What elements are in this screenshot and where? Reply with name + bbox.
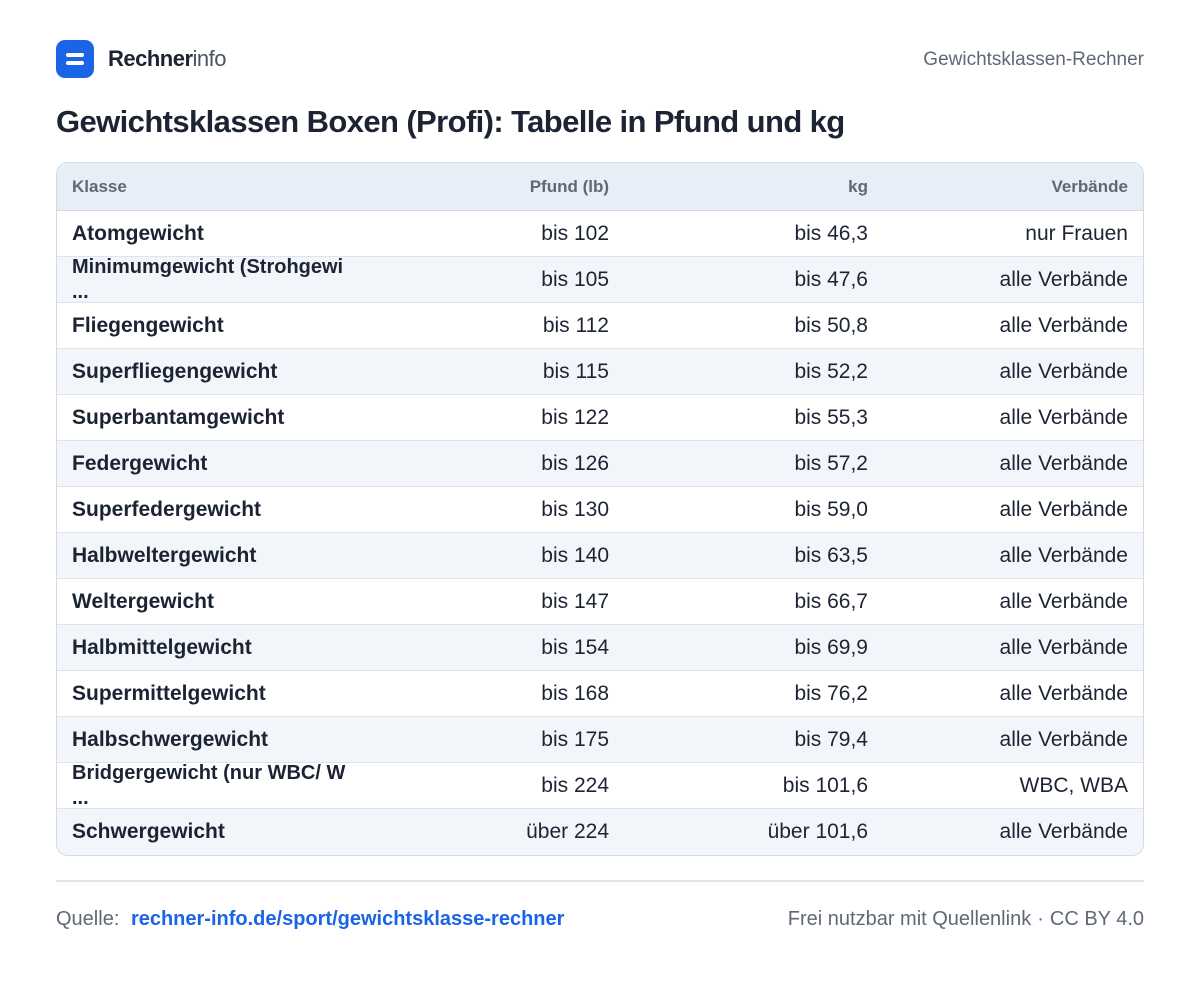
- cell-verbaende: alle Verbände: [999, 728, 1128, 751]
- footer: Quelle: rechner-info.de/sport/gewichtskl…: [56, 904, 1144, 934]
- weight-class-table: Klasse Pfund (lb) kg Verbände Atomgewich…: [56, 162, 1144, 856]
- cell-pfund: über 224: [526, 820, 609, 843]
- column-header-verbaende: Verbände: [1051, 177, 1128, 196]
- cell-klasse: Federgewicht: [72, 452, 208, 475]
- table-row: Superfedergewicht bis 130 bis 59,0 alle …: [57, 487, 1143, 533]
- page-label: Gewichtsklassen-Rechner: [923, 49, 1144, 70]
- cell-klasse: Supermittelgewicht: [72, 682, 266, 705]
- license-line: Frei nutzbar mit Quellenlink · CC BY 4.0: [788, 904, 1144, 934]
- cell-pfund: bis 126: [541, 452, 609, 475]
- cell-kg: bis 47,6: [794, 268, 868, 291]
- brand-logo[interactable]: Rechnerinfo: [56, 40, 227, 78]
- source-link[interactable]: rechner-info.de/sport/gewichtsklasse-rec…: [131, 908, 564, 930]
- cell-klasse: Minimumgewicht (Strohgewi ...: [72, 257, 344, 303]
- column-header-pfund: Pfund (lb): [529, 177, 609, 196]
- brand-name-bold: Rechner: [108, 46, 193, 71]
- cell-pfund: bis 105: [541, 268, 609, 291]
- cell-pfund: bis 140: [541, 544, 609, 567]
- site-header: Rechnerinfo Gewichtsklassen-Rechner: [56, 40, 1144, 78]
- cell-kg: bis 66,7: [794, 590, 868, 613]
- column-header-klasse: Klasse: [72, 177, 127, 196]
- table-body: Atomgewicht bis 102 bis 46,3 nur Frauen …: [57, 211, 1143, 855]
- table-header: Klasse Pfund (lb) kg Verbände: [57, 163, 1143, 211]
- cell-kg: bis 76,2: [794, 682, 868, 705]
- cell-kg: bis 63,5: [794, 544, 868, 567]
- cell-pfund: bis 154: [541, 636, 609, 659]
- cell-klasse: Superfliegengewicht: [72, 360, 278, 383]
- cell-verbaende: nur Frauen: [1025, 222, 1128, 245]
- cell-pfund: bis 175: [541, 728, 609, 751]
- cell-pfund: bis 115: [542, 360, 609, 383]
- cell-verbaende: alle Verbände: [999, 406, 1128, 429]
- cell-kg: über 101,6: [767, 820, 868, 843]
- cell-pfund: bis 130: [541, 498, 609, 521]
- cell-klasse: Atomgewicht: [72, 222, 204, 245]
- cell-klasse: Fliegengewicht: [72, 314, 224, 337]
- table-row: Fliegengewicht bis 112 bis 50,8 alle Ver…: [57, 303, 1143, 349]
- cell-kg: bis 69,9: [794, 636, 868, 659]
- cell-klasse: Schwergewicht: [72, 820, 225, 843]
- cell-klasse: Weltergewicht: [72, 590, 214, 613]
- cell-pfund: bis 112: [542, 314, 609, 337]
- cell-verbaende: alle Verbände: [999, 452, 1128, 475]
- cell-klasse: Superbantamgewicht: [72, 406, 285, 429]
- cell-klasse: Halbschwergewicht: [72, 728, 269, 751]
- table-row: Federgewicht bis 126 bis 57,2 alle Verbä…: [57, 441, 1143, 487]
- footer-divider: [56, 880, 1144, 882]
- cell-kg: bis 50,8: [794, 314, 868, 337]
- cell-pfund: bis 224: [541, 774, 609, 797]
- cell-verbaende: alle Verbände: [999, 820, 1128, 843]
- separator: ·: [1037, 908, 1044, 930]
- table-row: Schwergewicht über 224 über 101,6 alle V…: [57, 809, 1143, 855]
- table-row: Halbschwergewicht bis 175 bis 79,4 alle …: [57, 717, 1143, 763]
- cell-verbaende: alle Verbände: [999, 590, 1128, 613]
- cell-verbaende: alle Verbände: [999, 636, 1128, 659]
- cell-kg: bis 55,3: [794, 406, 868, 429]
- table-row: Superbantamgewicht bis 122 bis 55,3 alle…: [57, 395, 1143, 441]
- cell-kg: bis 101,6: [782, 774, 868, 797]
- cell-klasse: Bridgergewicht (nur WBC/ W ...: [72, 763, 346, 809]
- cell-klasse: Halbmittelgewicht: [72, 636, 252, 659]
- cell-kg: bis 52,2: [794, 360, 868, 383]
- cell-klasse: Superfedergewicht: [72, 498, 262, 521]
- cell-verbaende: alle Verbände: [999, 268, 1128, 291]
- column-header-kg: kg: [848, 177, 868, 196]
- cell-pfund: bis 168: [541, 682, 609, 705]
- cell-verbaende: alle Verbände: [999, 498, 1128, 521]
- cell-verbaende: WBC, WBA: [1019, 774, 1129, 797]
- usage-note: Frei nutzbar mit Quellenlink: [787, 908, 1032, 930]
- table-row: Minimumgewicht (Strohgewi ... bis 105 bi…: [57, 257, 1143, 303]
- brand-name: Rechnerinfo: [108, 40, 227, 78]
- brand-name-light: info: [192, 46, 227, 71]
- table-row: Halbweltergewicht bis 140 bis 63,5 alle …: [57, 533, 1143, 579]
- source-label: Quelle:: [56, 908, 120, 930]
- cell-kg: bis 59,0: [794, 498, 868, 521]
- table-row: Atomgewicht bis 102 bis 46,3 nur Frauen: [57, 211, 1143, 257]
- cell-kg: bis 79,4: [794, 728, 868, 751]
- cell-pfund: bis 122: [541, 406, 609, 429]
- cell-verbaende: alle Verbände: [999, 314, 1128, 337]
- logo-icon: [56, 40, 94, 78]
- page-title: Gewichtsklassen Boxen (Profi): Tabelle i…: [56, 104, 845, 139]
- table-row: Weltergewicht bis 147 bis 66,7 alle Verb…: [57, 579, 1143, 625]
- cell-kg: bis 46,3: [794, 222, 868, 245]
- cell-kg: bis 57,2: [794, 452, 868, 475]
- cell-verbaende: alle Verbände: [999, 360, 1128, 383]
- source-line: Quelle: rechner-info.de/sport/gewichtskl…: [56, 904, 564, 934]
- table-row: Bridgergewicht (nur WBC/ W ... bis 224 b…: [57, 763, 1143, 809]
- cell-verbaende: alle Verbände: [999, 682, 1128, 705]
- table-row: Halbmittelgewicht bis 154 bis 69,9 alle …: [57, 625, 1143, 671]
- cell-klasse: Halbweltergewicht: [72, 544, 257, 567]
- cell-pfund: bis 102: [541, 222, 609, 245]
- table-row: Supermittelgewicht bis 168 bis 76,2 alle…: [57, 671, 1143, 717]
- cell-verbaende: alle Verbände: [999, 544, 1128, 567]
- table-row: Superfliegengewicht bis 115 bis 52,2 all…: [57, 349, 1143, 395]
- license-label: CC BY 4.0: [1049, 908, 1144, 930]
- cell-pfund: bis 147: [541, 590, 609, 613]
